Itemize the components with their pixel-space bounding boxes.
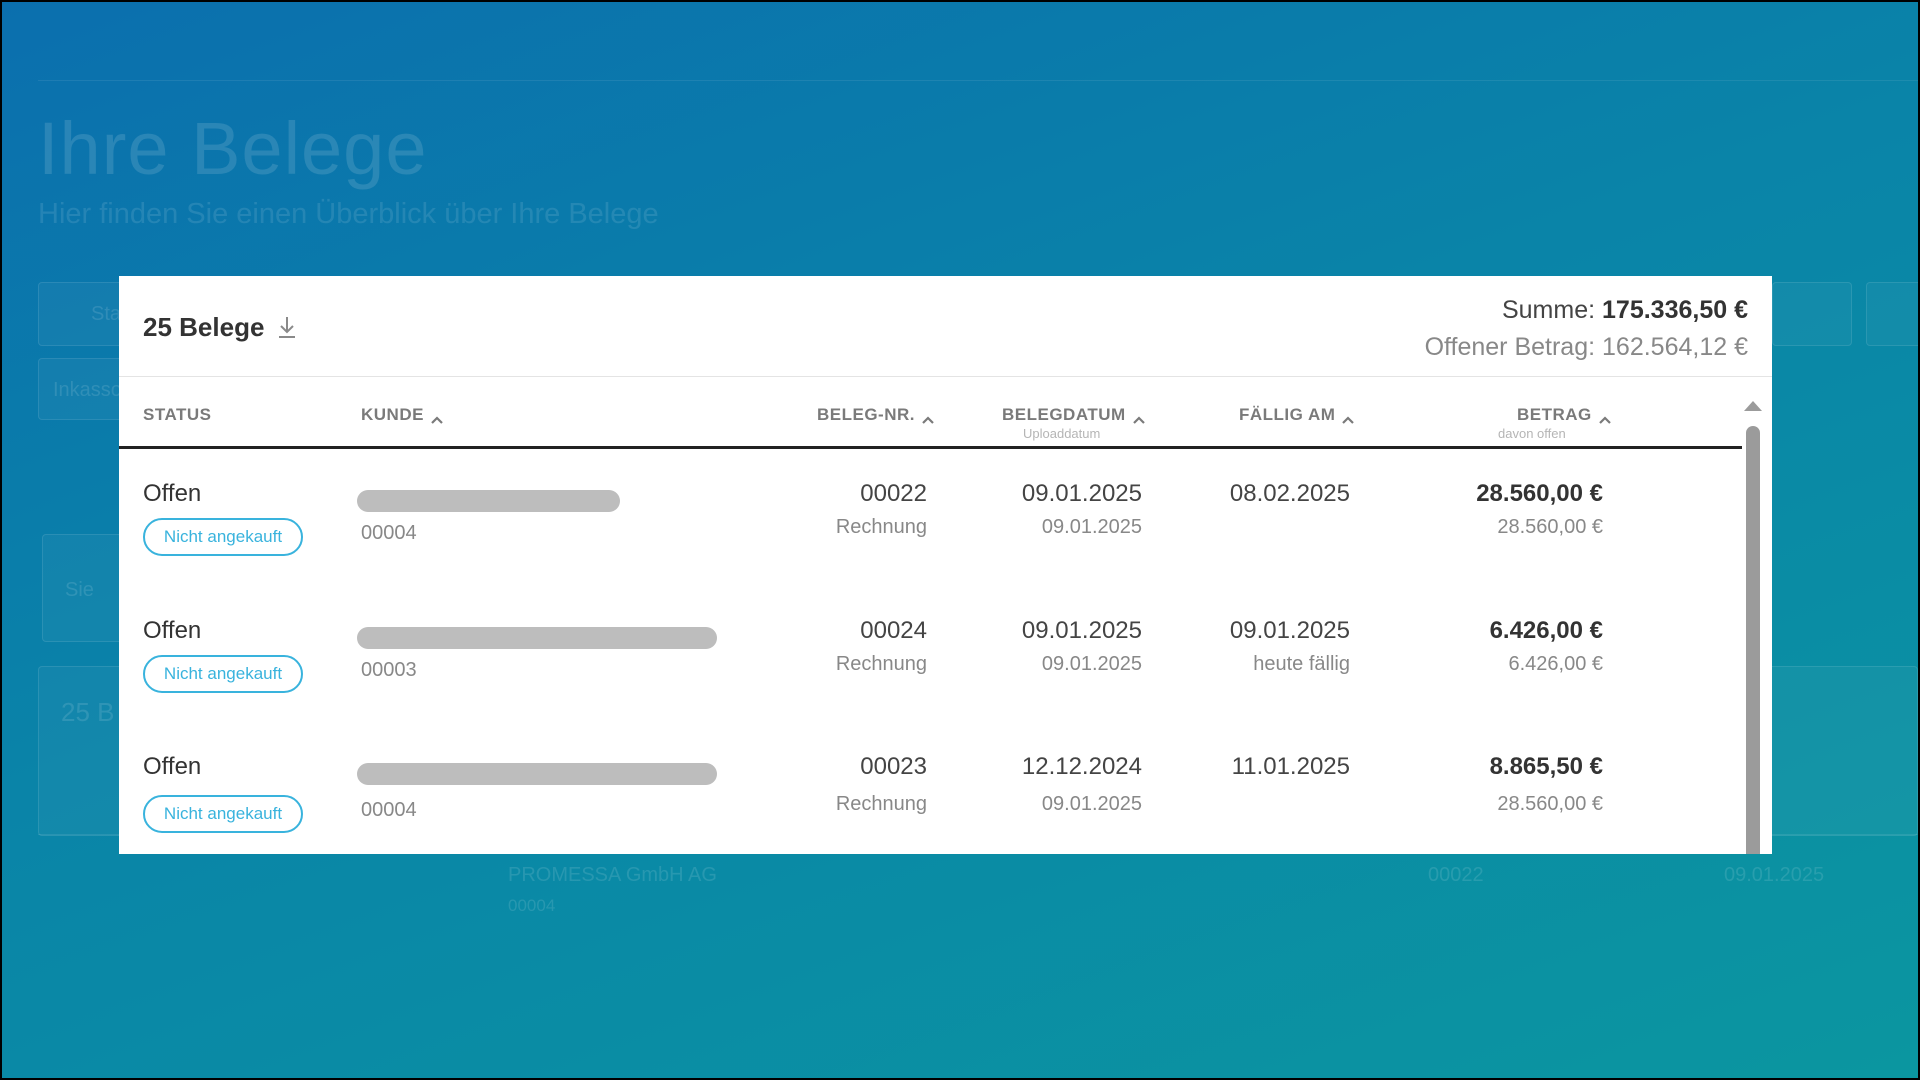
sum-line: Summe: 175.336,50 € (1425, 292, 1748, 329)
redacted-customer-name (357, 763, 717, 785)
sort-chevron-up-icon (1341, 410, 1355, 424)
background-dropdown (1772, 282, 1852, 346)
row-betrag: 6.426,00 € (1489, 617, 1603, 644)
column-belegdatum[interactable]: BELEGDATUM (1002, 405, 1146, 425)
row-uploaddatum: 09.01.2025 (1041, 793, 1142, 815)
row-kunde-nr: 00003 (361, 659, 417, 681)
status-badge: Nicht angekauft (143, 795, 303, 833)
row-status: Offen (143, 617, 202, 644)
row-beleg-nr: 00023 (860, 753, 927, 780)
row-faellig: 11.01.2025 (1231, 753, 1350, 780)
row-beleg-typ: Rechnung (835, 653, 927, 675)
belege-panel: 25 Belege Summe: 175.336,50 € Offener Be… (119, 276, 1772, 854)
column-belegdatum-label: BELEGDATUM (1002, 405, 1126, 424)
status-badge: Nicht angekauft (143, 518, 303, 556)
background-date: 09.01.2025 (1724, 864, 1825, 886)
beleg-count: 25 Belege (143, 312, 298, 343)
row-belegdatum: 09.01.2025 (1021, 480, 1142, 507)
row-status: Offen (143, 480, 202, 507)
column-betrag-label: BETRAG (1517, 405, 1592, 424)
row-offen: 28.560,00 € (1497, 793, 1603, 815)
column-faellig[interactable]: FÄLLIG AM (1239, 405, 1355, 425)
row-uploaddatum: 09.01.2025 (1041, 653, 1142, 675)
row-beleg-nr: 00022 (860, 480, 927, 507)
column-kunde-label: KUNDE (361, 405, 424, 424)
beleg-count-label: 25 Belege (143, 312, 265, 342)
table-header: STATUS KUNDE BELEG-NR. BELEGDATUM Upload… (119, 377, 1742, 449)
open-amount-value: 162.564,12 € (1602, 333, 1748, 361)
row-status: Offen (143, 753, 202, 780)
summary-block: Summe: 175.336,50 € Offener Betrag: 162.… (1425, 292, 1748, 366)
sum-label: Summe: (1501, 296, 1596, 324)
row-belegdatum: 12.12.2024 (1021, 753, 1142, 780)
background-nr: 00022 (1428, 864, 1484, 886)
row-belegdatum: 09.01.2025 (1021, 617, 1142, 644)
scrollbar-thumb[interactable] (1746, 426, 1760, 854)
row-offen: 6.426,00 € (1508, 653, 1603, 675)
redacted-customer-name (357, 490, 620, 512)
background-divider (38, 80, 1918, 81)
open-amount-line: Offener Betrag: 162.564,12 € (1425, 329, 1748, 366)
background-company: PROMESSA GmbH AG (508, 864, 717, 886)
column-beleg-nr[interactable]: BELEG-NR. (817, 405, 935, 425)
sort-chevron-up-icon (1132, 410, 1146, 424)
background-action (1866, 282, 1918, 346)
row-faellig: 08.02.2025 (1229, 480, 1350, 507)
status-badge: Nicht angekauft (143, 655, 303, 693)
row-betrag: 8.865,50 € (1489, 753, 1603, 780)
screen: Ihre Belege Hier finden Sie einen Überbl… (2, 2, 1918, 1078)
background-page-title: Ihre Belege (38, 107, 428, 190)
redacted-customer-name (357, 627, 717, 649)
background-page-subtitle: Hier finden Sie einen Überblick über Ihr… (38, 198, 659, 230)
open-amount-label: Offener Betrag: (1424, 333, 1596, 361)
sort-chevron-up-icon (1598, 410, 1612, 424)
sort-chevron-up-icon (921, 410, 935, 424)
panel-header: 25 Belege Summe: 175.336,50 € Offener Be… (119, 276, 1772, 377)
background-company-sub: 00004 (508, 896, 556, 915)
background-inkasso-filter-label: Inkasso (53, 379, 122, 401)
column-betrag[interactable]: BETRAG (1517, 405, 1612, 425)
row-faellig: 09.01.2025 (1229, 617, 1350, 644)
table-row[interactable]: Offen Nicht angekauft 00004 00022 Rechnu… (119, 452, 1742, 589)
row-uploaddatum: 09.01.2025 (1041, 516, 1142, 538)
column-status: STATUS (143, 405, 211, 425)
table-row[interactable]: Offen Nicht angekauft 00003 00024 Rechnu… (119, 589, 1742, 726)
row-beleg-typ: Rechnung (835, 793, 927, 815)
sum-value: 175.336,50 € (1602, 296, 1748, 324)
sort-chevron-up-icon (430, 410, 444, 424)
row-betrag: 28.560,00 € (1476, 480, 1603, 507)
row-beleg-typ: Rechnung (835, 516, 927, 538)
background-count-label: 25 B (61, 697, 115, 727)
row-kunde-nr: 00004 (361, 522, 417, 544)
background-status-filter-label: Sta (91, 303, 122, 325)
column-kunde[interactable]: KUNDE (361, 405, 444, 425)
scroll-up-icon[interactable] (1743, 398, 1763, 412)
column-status-label: STATUS (143, 405, 212, 424)
row-kunde-nr: 00004 (361, 799, 417, 821)
row-offen: 28.560,00 € (1497, 516, 1603, 538)
row-beleg-nr: 00024 (860, 617, 927, 644)
table-row[interactable]: Offen Nicht angekauft 00004 00023 Rechnu… (119, 725, 1742, 854)
background-hint-text: Sie (65, 579, 94, 601)
column-belegdatum-sublabel: Uploaddatum (1023, 426, 1101, 441)
column-faellig-label: FÄLLIG AM (1239, 405, 1336, 424)
column-beleg-nr-label: BELEG-NR. (817, 405, 915, 424)
column-betrag-sublabel: davon offen (1498, 426, 1566, 441)
row-faellig-sub: heute fällig (1253, 653, 1350, 675)
download-icon[interactable] (276, 315, 298, 341)
